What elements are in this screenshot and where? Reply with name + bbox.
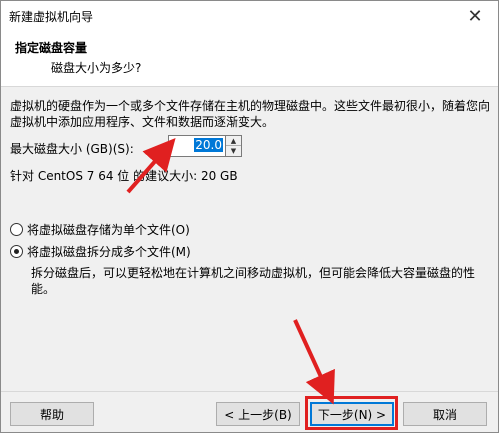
- help-button[interactable]: 帮助: [10, 402, 94, 426]
- window-title: 新建虚拟机向导: [9, 10, 94, 24]
- spin-down-arrow-icon[interactable]: ▼: [226, 146, 241, 156]
- spin-up-arrow-icon[interactable]: ▲: [226, 136, 241, 146]
- radio-split-label: 将虚拟磁盘拆分成多个文件(M): [27, 244, 191, 259]
- disk-size-stepper[interactable]: ▲ ▼: [226, 135, 242, 157]
- title-bar: 新建虚拟机向导 ✕: [1, 1, 498, 31]
- split-description: 拆分磁盘后，可以更轻松地在计算机之间移动虚拟机，但可能会降低大容量磁盘的性能。: [31, 266, 476, 296]
- annotation-highlight-box: [305, 396, 398, 430]
- footer-divider: [1, 391, 498, 392]
- radio-split-indicator[interactable]: [10, 244, 23, 258]
- recommended-size: 针对 CentOS 7 64 位 的建议大小: 20 GB: [10, 169, 238, 183]
- disk-size-input[interactable]: 20.0: [168, 135, 226, 157]
- page-subtitle: 磁盘大小为多少?: [51, 61, 142, 75]
- radio-single-label: 将虚拟磁盘存储为单个文件(O): [27, 222, 190, 237]
- cancel-button[interactable]: 取消: [403, 402, 487, 426]
- disk-size-row: 最大磁盘大小 (GB)(S): 20.0 ▲ ▼: [10, 135, 490, 159]
- wizard-header: 指定磁盘容量 磁盘大小为多少?: [1, 31, 498, 87]
- close-icon[interactable]: ✕: [452, 1, 498, 31]
- disk-size-label: 最大磁盘大小 (GB)(S):: [10, 142, 134, 156]
- page-title: 指定磁盘容量: [15, 41, 88, 55]
- radio-single-indicator[interactable]: [10, 222, 23, 236]
- wizard-window: 新建虚拟机向导 ✕ 指定磁盘容量 磁盘大小为多少? 虚拟机的硬盘作为一个或多个文…: [0, 0, 499, 433]
- back-button[interactable]: < 上一步(B): [216, 402, 300, 426]
- radio-split-files[interactable]: 将虚拟磁盘拆分成多个文件(M): [10, 242, 191, 260]
- disk-size-value: 20.0: [194, 138, 223, 152]
- disk-description: 虚拟机的硬盘作为一个或多个文件存储在主机的物理磁盘中。这些文件最初很小，随着您向…: [10, 99, 491, 129]
- radio-single-file[interactable]: 将虚拟磁盘存储为单个文件(O): [10, 220, 190, 238]
